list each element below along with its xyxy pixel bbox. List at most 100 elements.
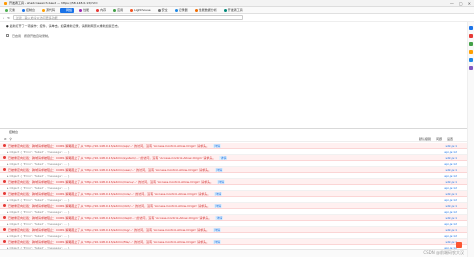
- error-detail-tag[interactable]: 详情: [217, 179, 226, 184]
- console-title: 控制台: [9, 130, 19, 134]
- record-text: 按键开始自动录制。: [24, 34, 52, 38]
- tab-label: 性能数据分析: [198, 8, 217, 12]
- clear-console-icon[interactable]: ⊘: [4, 137, 7, 141]
- error-source-link[interactable]: sdk.js:1: [446, 216, 457, 220]
- window-titlebar: 开发者工具 - shadcnsearch·baud — https://58.1…: [0, 0, 474, 7]
- error-source-link[interactable]: sdk.js:1: [446, 204, 457, 208]
- error-source-link[interactable]: sdk.js:1: [446, 180, 457, 184]
- close-icon[interactable]: ✕: [468, 1, 471, 6]
- window-title: 开发者工具 - shadcnsearch·baud — https://58.1…: [9, 1, 98, 5]
- tab-6[interactable]: 应用: [111, 8, 125, 13]
- window-controls: — ▢ ✕: [450, 1, 471, 6]
- error-message: 已被重定向拦截：跨域请求被阻止：CORS 策略阻止了从 'http://10.1…: [8, 155, 216, 160]
- sidebar-bookmark-icon[interactable]: [469, 34, 473, 38]
- object-source-link[interactable]: api.js:12: [444, 150, 457, 154]
- tab-label: 开发者工具: [227, 8, 243, 12]
- info-message: ● 最新打开了一项操作：控件，请单击。如需重新记录，请刷新网页以重新加载日志。: [6, 24, 121, 28]
- error-detail-tag[interactable]: 详情: [215, 167, 224, 172]
- error-source-link[interactable]: sdk.js:1: [446, 168, 457, 172]
- error-detail-tag[interactable]: 详情: [219, 155, 228, 160]
- object-preview: ▸ Object { 'Error': 'failed' , 'message'…: [7, 173, 70, 178]
- error-detail-tag[interactable]: 详情: [213, 239, 222, 244]
- error-source-link[interactable]: sdk.js:1: [446, 144, 457, 148]
- tab-label: 应用: [117, 8, 124, 12]
- tab-0[interactable]: 元素: [3, 8, 17, 13]
- error-icon: [3, 156, 6, 159]
- error-detail-tag[interactable]: 详情: [213, 143, 222, 148]
- filter-bar: ‹ ↻ 过滤 · 输入命令以访问更多功能: [0, 14, 474, 22]
- sidebar-tools-icon[interactable]: [469, 42, 473, 46]
- console-toolbar: ⊘ ⚲ 默认级别 问题 设置: [0, 137, 467, 142]
- object-source-link[interactable]: api.js:12: [444, 222, 457, 226]
- object-source-link[interactable]: api.js:12: [444, 198, 457, 202]
- tab-icon: [223, 8, 227, 12]
- object-preview: ▸ Object { 'Error': 'failed' , 'message'…: [7, 233, 70, 238]
- tab-label: 控制台: [26, 8, 36, 12]
- tab-1[interactable]: 控制台: [20, 8, 37, 13]
- sidebar-search-icon[interactable]: [469, 26, 473, 30]
- log-level-dropdown[interactable]: 默认级别: [419, 137, 431, 141]
- console-header: 控制台: [0, 129, 467, 135]
- error-icon: [3, 240, 6, 243]
- tab-8[interactable]: 安全: [156, 8, 170, 13]
- watermark: CSDN @前端码农大汉: [423, 250, 464, 255]
- object-preview: ▸ Object { 'Error': 'failed' , 'message'…: [7, 161, 70, 166]
- error-message: 已被重定向拦截：跨域请求被阻止：CORS 策略阻止了从 'http://10.1…: [8, 191, 211, 196]
- sidebar-add-icon[interactable]: [469, 66, 473, 70]
- error-detail-tag[interactable]: 详情: [215, 215, 224, 220]
- tab-label: 性能: [83, 8, 90, 12]
- sidebar-games-icon[interactable]: [469, 50, 473, 54]
- back-icon[interactable]: ‹: [3, 16, 4, 20]
- console-log: 已被重定向拦截：跨域请求被阻止：CORS 策略阻止了从 'http://10.1…: [0, 143, 467, 251]
- error-source-link[interactable]: sdk.js:1: [446, 156, 457, 160]
- tab-icon: [42, 8, 46, 12]
- sidebar-outlook-icon[interactable]: [469, 58, 473, 62]
- object-preview: ▸ Object { 'Error': 'failed' , 'message'…: [7, 209, 70, 214]
- maximize-icon[interactable]: ▢: [459, 1, 463, 6]
- error-icon: [3, 228, 6, 231]
- tab-5[interactable]: 内存: [94, 8, 108, 13]
- app-icon: [4, 1, 7, 5]
- object-source-link[interactable]: api.js:12: [444, 234, 457, 238]
- right-sidebar: [467, 22, 474, 257]
- tab-label: 元素: [9, 8, 16, 12]
- error-icon: [3, 192, 6, 195]
- tab-10[interactable]: 性能数据分析: [193, 8, 219, 13]
- tab-label: 安全: [161, 8, 168, 12]
- object-source-link[interactable]: api.js:12: [444, 210, 457, 214]
- record-checkbox[interactable]: [6, 34, 9, 37]
- tab-11[interactable]: 开发者工具: [222, 8, 245, 13]
- object-source-link[interactable]: api.js:12: [444, 186, 457, 190]
- object-source-link[interactable]: api.js:12: [444, 174, 457, 178]
- tab-4[interactable]: 性能: [77, 8, 91, 13]
- tab-label: 内存: [100, 8, 107, 12]
- tab-7[interactable]: Lighthouse: [128, 8, 153, 13]
- refresh-icon[interactable]: ↻: [7, 16, 10, 20]
- error-detail-tag[interactable]: 详情: [213, 227, 222, 232]
- issues-button[interactable]: 问题: [436, 137, 442, 141]
- object-source-link[interactable]: api.js:12: [444, 162, 457, 166]
- error-source-link[interactable]: sdk.js:1: [446, 228, 457, 232]
- tab-3[interactable]: 网络: [60, 7, 75, 13]
- tab-9[interactable]: 记录器: [173, 8, 190, 13]
- tab-icon: [5, 8, 8, 12]
- csdn-logo-icon: [456, 242, 462, 248]
- tab-label: 网络: [66, 8, 73, 12]
- error-detail-tag[interactable]: 详情: [214, 203, 223, 208]
- object-preview: ▸ Object { 'Error': 'failed' , 'message'…: [7, 221, 70, 226]
- error-icon: [3, 204, 6, 207]
- filter-placeholder: 过滤 · 输入命令以访问更多功能: [15, 15, 58, 20]
- filter-icon[interactable]: ⚲: [10, 137, 12, 141]
- settings-gear-icon[interactable]: 设置: [447, 137, 453, 141]
- error-message: 已被重定向拦截：跨域请求被阻止：CORS 策略阻止了从 'http://10.1…: [8, 143, 210, 148]
- tab-icon: [96, 8, 100, 12]
- status-bar: [0, 249, 467, 257]
- error-message: 已被重定向拦截：跨域请求被阻止：CORS 策略阻止了从 'http://10.1…: [8, 167, 212, 172]
- error-source-link[interactable]: sdk.js:1: [446, 192, 457, 196]
- error-icon: [3, 216, 6, 219]
- tab-icon: [22, 8, 26, 12]
- minimize-icon[interactable]: —: [450, 1, 454, 6]
- tab-2[interactable]: 源代码: [40, 8, 57, 13]
- error-detail-tag[interactable]: 详情: [214, 191, 223, 196]
- filter-input[interactable]: 过滤 · 输入命令以访问更多功能: [12, 15, 243, 20]
